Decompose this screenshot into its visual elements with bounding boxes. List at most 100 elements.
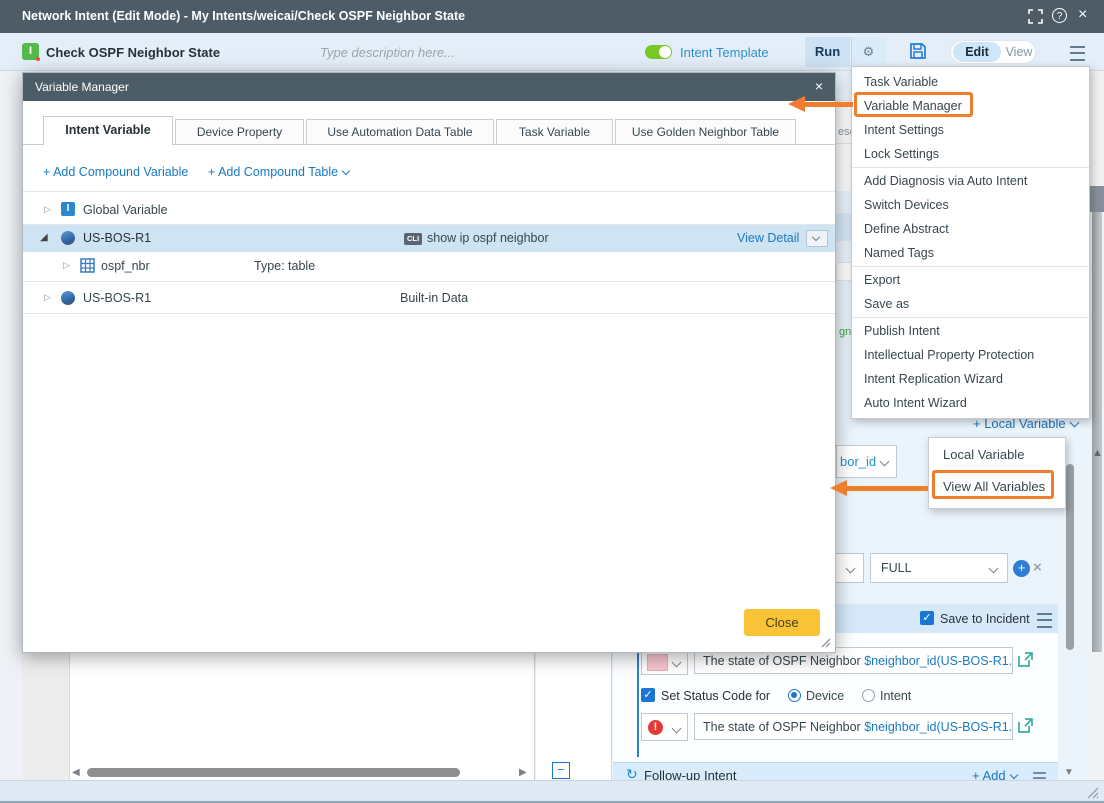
collapsed-caret-icon[interactable]: ▷ (44, 204, 51, 215)
window-close-icon[interactable]: × (1078, 6, 1087, 24)
maximize-icon[interactable] (1028, 9, 1043, 24)
open-external-icon[interactable] (1017, 651, 1034, 668)
collapsed-caret-icon[interactable]: ▷ (63, 260, 70, 271)
dialog-resize-handle[interactable] (820, 637, 831, 648)
tree-row-global-variable[interactable]: ▷ I Global Variable (23, 197, 835, 224)
save-to-incident-menu-icon[interactable] (1037, 613, 1052, 628)
device-name: US-BOS-R1 (83, 291, 152, 305)
add-compound-table-link[interactable]: + Add Compound Table (208, 165, 351, 179)
tab-device-property[interactable]: Device Property (175, 119, 304, 145)
block-indicator-line (637, 645, 639, 757)
global-variable-icon: I (61, 202, 75, 216)
scroll-up-arrow[interactable]: ▲ (1092, 448, 1103, 459)
status-message-input-2[interactable]: The state of OSPF Neighbor $neighbor_id(… (694, 713, 1013, 740)
tree-row-device-selected[interactable]: ◢ US-BOS-R1 CLI show ip ospf neighbor Vi… (23, 225, 835, 252)
tab-use-golden-neighbor-table[interactable]: Use Golden Neighbor Table (615, 119, 796, 145)
remove-condition-icon[interactable]: × (1033, 559, 1042, 576)
run-settings-gear-icon[interactable]: ⚙ (851, 37, 885, 67)
chevron-down-icon (1069, 417, 1080, 428)
toggle-knob (659, 46, 671, 58)
tree-row-device-builtin[interactable]: ▷ US-BOS-R1 Built-in Data (23, 285, 835, 312)
radio-device[interactable] (788, 689, 801, 702)
run-button[interactable]: Run (805, 37, 850, 67)
close-button[interactable]: Close (744, 609, 820, 636)
window-title: Network Intent (Edit Mode) - My Intents/… (22, 9, 466, 23)
save-to-incident-checkbox[interactable]: ✓ (920, 611, 934, 625)
panel-scrollbar-thumb[interactable] (1066, 464, 1074, 650)
menu-item-define-abstract[interactable]: Define Abstract (852, 217, 1089, 241)
status-color-swatch (647, 654, 668, 671)
expanded-caret-icon[interactable]: ◢ (40, 232, 48, 243)
full-dropdown[interactable]: FULL (870, 553, 1008, 583)
highlight-box-view-all-variables (932, 470, 1054, 499)
save-icon[interactable] (908, 41, 928, 61)
chevron-down-icon (811, 232, 821, 242)
menu-item-add-diagnosis[interactable]: Add Diagnosis via Auto Intent (852, 169, 1089, 193)
highlight-box-variable-manager (854, 92, 973, 117)
window-resize-handle[interactable] (1086, 786, 1099, 799)
cli-badge: CLI (404, 233, 423, 245)
intent-template-label: Intent Template (680, 45, 769, 60)
menu-item-ip-protection[interactable]: Intellectual Property Protection (852, 343, 1089, 367)
menu-item-auto-intent-wizard[interactable]: Auto Intent Wizard (852, 391, 1089, 415)
page-fragment (836, 213, 851, 241)
dialog-header[interactable]: Variable Manager × (23, 73, 835, 101)
window-titlebar: Network Intent (Edit Mode) - My Intents/… (0, 0, 1104, 33)
tab-edit[interactable]: Edit (953, 42, 1001, 62)
tab-use-automation-data-table[interactable]: Use Automation Data Table (306, 119, 494, 145)
scroll-right-arrow[interactable]: ▶ (519, 768, 527, 778)
neighbor-variable-value: bor_id (840, 454, 877, 469)
menu-item-publish-intent[interactable]: Publish Intent (852, 319, 1089, 343)
menu-item-intent-replication-wizard[interactable]: Intent Replication Wizard (852, 367, 1089, 391)
open-external-icon[interactable] (1017, 717, 1034, 734)
tree-label: Global Variable (83, 203, 168, 217)
menu-item-named-tags[interactable]: Named Tags (852, 241, 1089, 265)
intent-more-menu: Task Variable Variable Manager Intent Se… (851, 66, 1090, 419)
chevron-down-icon (1009, 770, 1018, 780)
error-icon: ! (648, 720, 663, 735)
add-compound-variable-link[interactable]: + Add Compound Variable (43, 165, 188, 179)
intent-title: Check OSPF Neighbor State (46, 45, 221, 60)
menu-item-task-variable[interactable]: Task Variable (852, 70, 1089, 94)
chevron-down-icon (845, 563, 856, 574)
cli-command: show ip ospf neighbor (427, 231, 549, 245)
menu-item-export[interactable]: Export (852, 268, 1089, 292)
tab-task-variable[interactable]: Task Variable (496, 119, 613, 145)
message-variable: $neighbor_id(US-BOS-R1.os (864, 720, 1013, 734)
parameter-dropdown-partial[interactable] (832, 553, 864, 583)
tab-intent-variable[interactable]: Intent Variable (43, 116, 173, 145)
window-scrollbar-thumb[interactable] (1092, 186, 1102, 652)
add-condition-icon[interactable]: + (1013, 560, 1030, 577)
intent-template-toggle[interactable] (645, 45, 672, 59)
collapsed-caret-icon[interactable]: ▷ (44, 292, 51, 303)
menu-item-switch-devices[interactable]: Switch Devices (852, 193, 1089, 217)
dialog-title: Variable Manager (35, 80, 129, 94)
menu-item-lock-settings[interactable]: Lock Settings (852, 142, 1089, 166)
tree-row-ospf-nbr[interactable]: ▷ ospf_nbr Type: table (23, 253, 835, 280)
tab-view[interactable]: View (1003, 42, 1035, 62)
canvas-area[interactable] (70, 653, 535, 780)
scroll-down-arrow[interactable]: ▼ (1064, 768, 1074, 778)
collapse-minus-icon[interactable]: − (552, 762, 570, 779)
radio-intent[interactable] (862, 689, 875, 702)
scroll-left-arrow[interactable]: ◀ (72, 768, 80, 778)
view-detail-link[interactable]: View Detail (737, 231, 799, 245)
page-fragment-green-text: gn (839, 326, 852, 338)
description-input[interactable]: Type description here... (320, 45, 455, 60)
more-menu-icon[interactable] (1070, 46, 1085, 61)
status-severity-dropdown[interactable]: ! (641, 713, 688, 741)
dialog-close-icon[interactable]: × (815, 78, 823, 94)
menu-item-save-as[interactable]: Save as (852, 292, 1089, 316)
intent-icon-dot (36, 57, 40, 61)
canvas-left-rail (22, 653, 70, 780)
canvas-hscrollbar-thumb[interactable] (87, 768, 460, 777)
window-bottom-bar (0, 780, 1104, 801)
set-status-code-label: Set Status Code for (661, 689, 771, 703)
menu-item-intent-settings[interactable]: Intent Settings (852, 118, 1089, 142)
row-dropdown-button[interactable] (806, 230, 828, 247)
set-status-code-checkbox[interactable]: ✓ (641, 688, 655, 702)
neighbor-variable-dropdown[interactable]: bor_id (836, 445, 897, 478)
menu-divider (852, 167, 1089, 168)
menu-item-local-variable[interactable]: Local Variable (943, 447, 1024, 462)
help-icon[interactable]: ? (1052, 8, 1067, 23)
